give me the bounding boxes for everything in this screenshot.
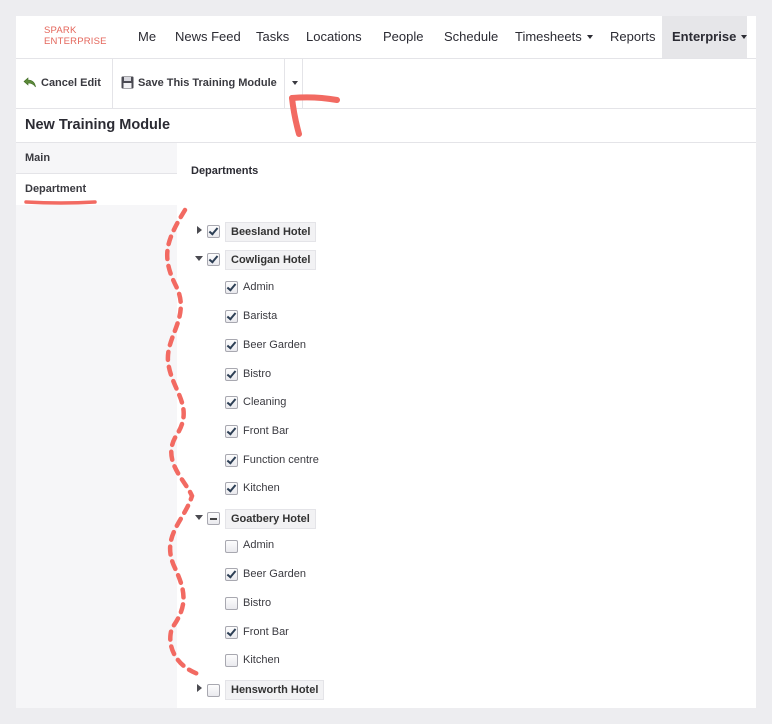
dept-label: Admin: [243, 281, 275, 293]
expand-triangle-icon[interactable]: [197, 684, 202, 692]
hotel-label-hensworth[interactable]: Hensworth Hotel: [225, 680, 325, 700]
chevron-down-icon: [741, 35, 748, 39]
dept-checkbox[interactable]: [225, 396, 238, 409]
collapse-triangle-icon[interactable]: [195, 256, 203, 261]
floppy-disk-icon: [121, 76, 134, 89]
dept-checkbox[interactable]: [225, 482, 238, 495]
nav-people[interactable]: People: [383, 16, 423, 58]
brand-line-1: SPARK: [44, 25, 77, 36]
top-nav: SPARK ENTERPRISE Me News Feed Tasks Loca…: [16, 16, 756, 59]
dept-checkbox[interactable]: [225, 425, 238, 438]
dept-label: Kitchen: [243, 654, 280, 666]
dept-checkbox[interactable]: [225, 654, 238, 667]
chevron-down-icon: [586, 35, 593, 39]
dept-label: Kitchen: [243, 482, 280, 494]
dept-checkbox[interactable]: [225, 540, 238, 553]
nav-locations[interactable]: Locations: [306, 16, 362, 58]
hotel-label-cowligan[interactable]: Cowligan Hotel: [225, 250, 317, 270]
brand-line-2: ENTERPRISE: [44, 36, 107, 47]
save-training-module-button[interactable]: Save This Training Module: [121, 59, 277, 108]
hotel-checkbox-goatbery[interactable]: [207, 512, 220, 525]
dept-label: Front Bar: [243, 425, 289, 437]
nav-reports-label: Reports: [610, 29, 656, 44]
dept-checkbox[interactable]: [225, 310, 238, 323]
dept-label: Cleaning: [243, 396, 287, 408]
nav-enterprise-label: Enterprise: [672, 29, 737, 44]
tab-main-label: Main: [25, 152, 51, 164]
expand-triangle-icon[interactable]: [197, 226, 202, 234]
dept-label: Bistro: [243, 597, 272, 609]
nav-me[interactable]: Me: [138, 16, 156, 58]
department-panel: Departments Beesland Hotel Cowligan Hote…: [178, 143, 756, 708]
dept-checkbox[interactable]: [225, 568, 238, 581]
undo-arrow-icon: [23, 77, 36, 88]
dept-label: Barista: [243, 310, 278, 322]
dept-checkbox[interactable]: [225, 454, 238, 467]
nav-enterprise[interactable]: Enterprise: [662, 16, 748, 58]
nav-schedule[interactable]: Schedule: [444, 16, 498, 58]
tab-department[interactable]: Department: [16, 174, 178, 205]
nav-people-label: People: [383, 29, 424, 44]
nav-news-feed-label: News Feed: [175, 29, 241, 44]
toolbar: Cancel Edit Save This Training Module: [16, 59, 756, 109]
nav-news-feed[interactable]: News Feed: [175, 16, 241, 58]
nav-locations-label: Locations: [306, 29, 362, 44]
side-tabs: Main Department: [16, 143, 178, 708]
nav-reports[interactable]: Reports: [610, 16, 656, 58]
cancel-edit-button[interactable]: Cancel Edit: [23, 59, 101, 108]
dept-checkbox[interactable]: [225, 281, 238, 294]
save-menu-caret-icon[interactable]: [292, 81, 298, 85]
nav-schedule-label: Schedule: [444, 29, 499, 44]
nav-me-label: Me: [138, 29, 157, 44]
tab-department-label: Department: [25, 183, 87, 195]
hotel-checkbox-beesland[interactable]: [207, 225, 220, 238]
hotel-label-goatbery[interactable]: Goatbery Hotel: [225, 509, 316, 529]
dept-checkbox[interactable]: [225, 597, 238, 610]
dept-checkbox[interactable]: [225, 368, 238, 381]
nav-timesheets[interactable]: Timesheets: [515, 16, 593, 58]
nav-tasks-label: Tasks: [256, 29, 290, 44]
dept-label: Bistro: [243, 368, 272, 380]
hotel-label-beesland[interactable]: Beesland Hotel: [225, 222, 317, 242]
tab-main[interactable]: Main: [16, 143, 177, 174]
hotel-checkbox-hensworth[interactable]: [207, 684, 220, 697]
brand-logo[interactable]: SPARK ENTERPRISE: [44, 25, 107, 47]
nav-timesheets-label: Timesheets: [515, 29, 582, 44]
departments-heading: Departments: [191, 165, 259, 177]
dept-label: Beer Garden: [243, 339, 306, 351]
collapse-triangle-icon[interactable]: [195, 515, 203, 520]
hotel-checkbox-cowligan[interactable]: [207, 253, 220, 266]
dept-label: Function centre: [243, 454, 319, 466]
dept-label: Front Bar: [243, 626, 289, 638]
dept-label: Beer Garden: [243, 568, 306, 580]
save-training-module-label: Save This Training Module: [138, 77, 277, 89]
dept-checkbox[interactable]: [225, 626, 238, 639]
page-title: New Training Module: [25, 117, 171, 133]
dept-label: Admin: [243, 539, 275, 551]
nav-tasks[interactable]: Tasks: [256, 16, 289, 58]
cancel-edit-label: Cancel Edit: [41, 77, 101, 89]
title-bar: New Training Module: [16, 109, 756, 143]
toolbar-divider: [284, 59, 285, 108]
dept-checkbox[interactable]: [225, 339, 238, 352]
toolbar-divider: [112, 59, 113, 108]
toolbar-divider: [302, 59, 303, 108]
app-window: SPARK ENTERPRISE Me News Feed Tasks Loca…: [16, 16, 756, 708]
